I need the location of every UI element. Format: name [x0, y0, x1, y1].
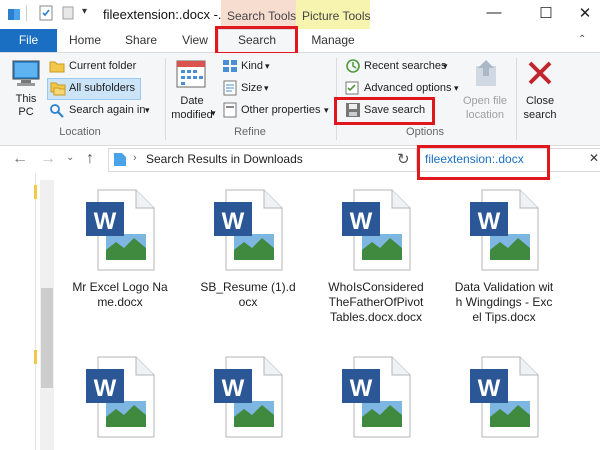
nav-pane-marker: [34, 185, 37, 199]
svg-text:W: W: [478, 208, 501, 235]
kind-button[interactable]: Kind: [241, 60, 263, 72]
back-icon[interactable]: ←: [12, 150, 28, 168]
file-item[interactable]: W: [70, 355, 170, 447]
advanced-options-button[interactable]: Advanced options: [364, 82, 451, 94]
search-tools-label: Search Tools: [227, 9, 297, 23]
tab-file[interactable]: File: [0, 29, 57, 52]
highlight-search-query: [417, 145, 550, 180]
svg-text:W: W: [350, 208, 373, 235]
open-file-location-icon: [472, 58, 500, 91]
search-again-in-button[interactable]: Search again in: [69, 104, 145, 116]
word-document-icon: W: [464, 188, 544, 272]
svg-text:W: W: [350, 375, 373, 402]
collapse-ribbon-icon[interactable]: ⌃: [578, 34, 586, 45]
qat-separator: [26, 5, 27, 21]
size-dropdown-icon[interactable]: ▾: [264, 83, 269, 94]
word-document-icon: W: [336, 188, 416, 272]
window-title: fileextension:.docx -...: [103, 7, 229, 22]
explorer-icon: [6, 6, 22, 25]
scrollbar-thumb[interactable]: [41, 288, 53, 388]
kind-dropdown-icon[interactable]: ▾: [265, 61, 270, 72]
recent-searches-button[interactable]: Recent searches: [364, 60, 447, 72]
file-item[interactable]: W: [454, 355, 554, 447]
highlight-save-search: [334, 97, 435, 125]
svg-text:W: W: [94, 375, 117, 402]
other-properties-button[interactable]: Other properties: [241, 104, 320, 116]
forward-icon[interactable]: →: [40, 150, 56, 168]
refine-group-label: Refine: [234, 126, 266, 138]
file-name: Mr Excel Logo Name.docx: [72, 280, 168, 309]
clear-search-icon[interactable]: ✕: [589, 151, 599, 165]
current-folder-button[interactable]: Current folder: [69, 60, 136, 72]
svg-text:W: W: [94, 208, 117, 235]
tab-home[interactable]: Home: [62, 29, 108, 52]
tab-view[interactable]: View: [172, 29, 218, 52]
svg-text:W: W: [222, 208, 245, 235]
up-icon[interactable]: ↑: [86, 150, 94, 168]
recent-searches-icon: [345, 58, 361, 77]
search-again-icon: [49, 103, 65, 122]
size-button[interactable]: Size: [241, 82, 262, 94]
path-chevron-icon[interactable]: ›: [133, 152, 137, 164]
navigation-pane[interactable]: [0, 173, 36, 450]
highlight-search-tab: [215, 26, 298, 55]
other-properties-dropdown-icon[interactable]: ▾: [324, 105, 329, 116]
word-document-icon: W: [208, 355, 288, 439]
properties-icon[interactable]: [38, 5, 54, 24]
svg-text:W: W: [222, 375, 245, 402]
nav-pane-marker: [34, 350, 37, 364]
maximize-icon[interactable]: ☐: [536, 4, 556, 22]
advanced-options-dropdown-icon[interactable]: ▾: [454, 83, 459, 94]
calendar-icon[interactable]: [176, 58, 206, 93]
search-results-icon: [113, 151, 127, 170]
current-folder-icon: [49, 58, 65, 77]
all-subfolders-button[interactable]: All subfolders: [69, 82, 135, 94]
qat-dropdown-icon[interactable]: ▾: [82, 6, 87, 17]
word-document-icon: W: [80, 355, 160, 439]
other-properties-icon: [222, 102, 238, 121]
file-name: SB_Resume (1).docx: [200, 280, 296, 309]
file-item[interactable]: W Data Validation with Wingdings - Excel …: [454, 188, 554, 325]
file-item[interactable]: W: [198, 355, 298, 447]
file-name: Data Validation with Wingdings - Excel T…: [454, 280, 554, 324]
open-file-location-button[interactable]: Open file location: [458, 94, 512, 122]
word-document-icon: W: [80, 188, 160, 272]
subfolders-icon: [50, 80, 66, 99]
close-icon[interactable]: ✕: [575, 4, 595, 22]
options-group-label: Options: [406, 126, 444, 138]
word-document-icon: W: [464, 355, 544, 439]
minimize-icon[interactable]: —: [484, 4, 504, 22]
word-document-icon: W: [336, 355, 416, 439]
refresh-icon[interactable]: ↻: [397, 150, 410, 168]
picture-tools-label: Picture Tools: [302, 9, 371, 23]
file-name: WhoIsConsideredTheFatherOfPivotTables.do…: [328, 280, 424, 324]
new-folder-icon[interactable]: [60, 5, 76, 24]
file-item[interactable]: W Mr Excel Logo Name.docx: [70, 188, 170, 310]
svg-text:W: W: [478, 375, 501, 402]
address-path[interactable]: Search Results in Downloads: [146, 152, 303, 166]
separator: [516, 58, 517, 140]
close-search-button[interactable]: Close search: [520, 94, 560, 122]
tab-share[interactable]: Share: [118, 29, 164, 52]
location-group-label: Location: [59, 126, 101, 138]
computer-icon[interactable]: [9, 59, 43, 92]
date-modified-dropdown-icon[interactable]: ▾: [211, 108, 216, 119]
size-icon: [222, 80, 238, 99]
file-item[interactable]: W: [326, 355, 426, 447]
this-pc-button[interactable]: This PC: [12, 93, 40, 119]
recent-locations-icon[interactable]: ⌄: [66, 152, 74, 163]
tab-manage[interactable]: Manage: [300, 29, 366, 52]
file-item[interactable]: W SB_Resume (1).docx: [198, 188, 298, 310]
close-search-icon: [527, 60, 553, 89]
word-document-icon: W: [208, 188, 288, 272]
kind-icon: [222, 58, 238, 77]
file-item[interactable]: W WhoIsConsideredTheFatherOfPivotTables.d…: [326, 188, 426, 325]
search-again-dropdown-icon[interactable]: ▾: [145, 105, 150, 116]
recent-searches-dropdown-icon[interactable]: ▾: [443, 61, 448, 72]
